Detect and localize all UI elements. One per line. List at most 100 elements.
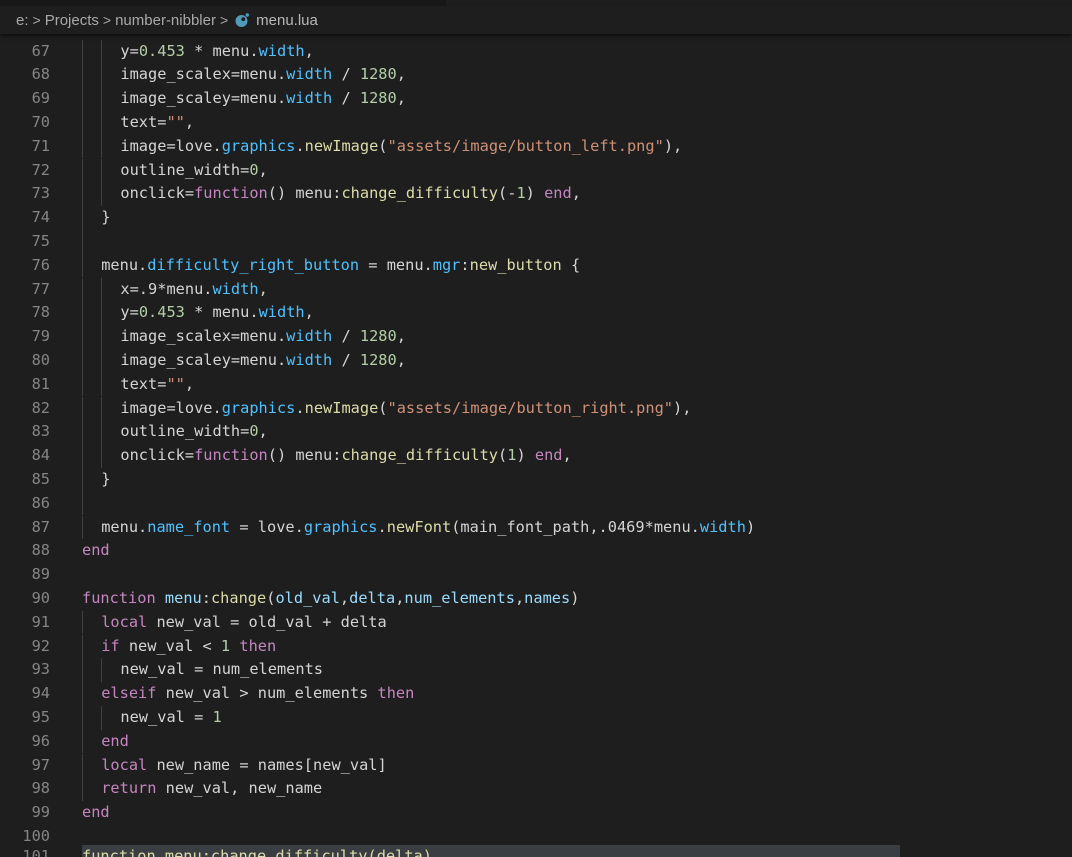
code-token: menu [164,588,202,607]
indent-guide [82,467,83,492]
code-line[interactable]: 97 local new_name = names[new_val] [0,753,1072,778]
code-line[interactable]: 73 onclick=function() menu:change_difficu… [0,182,1072,207]
code-token: *menu. [644,517,700,536]
code-line[interactable]: 80 image_scaley=menu.width / 1280, [0,348,1072,373]
code-token: * menu. [184,303,259,322]
code-token: "" [166,112,185,131]
code-token: 1 [516,184,526,203]
indent-guide [82,229,83,254]
code-token: text= [120,112,167,131]
line-number: 77 [31,279,50,298]
chevron-right-icon: > [102,12,112,28]
code-token: graphics [303,517,378,536]
code-line[interactable]: 90 function menu:change(old_val,delta,num… [0,587,1072,611]
line-text: if new_val < 1 then [101,635,276,659]
breadcrumb-drive[interactable]: e: [16,12,29,29]
code-line[interactable]: 81 text="", [0,372,1072,397]
code-token: 0.453 [138,303,185,322]
code-line[interactable]: 76 menu.difficulty_right_button = menu.mg… [0,253,1072,278]
line-text: return new_val, new_name [101,777,322,801]
code-token: width [286,350,333,369]
code-line[interactable]: 95 new_val = 1 [0,705,1072,730]
code-line[interactable]: 68 image_scalex=menu.width / 1280, [0,63,1072,88]
code-line-partial-bottom[interactable]: 101 function menu:change_difficulty(delta… [0,845,1072,857]
code-token: ) [516,446,535,465]
indent-guide [82,515,83,540]
code-editor[interactable]: 66x=.09*menu.width,67y=0.453 * menu.widt… [0,0,1072,857]
line-number: 67 [31,41,50,60]
code-token: function [194,446,268,465]
indent-guide [82,325,83,349]
code-line[interactable]: 82 image=love.graphics.newImage("assets/i… [0,396,1072,421]
line-text: outline_width=0, [120,420,267,444]
code-line[interactable]: 87 menu.name_font = love.graphics.newFont… [0,515,1072,540]
code-line[interactable]: 75 [0,229,1072,254]
code-line[interactable]: 74} [0,206,1072,230]
code-line[interactable]: 72 outline_width=0, [0,158,1072,183]
code-token: , [304,303,314,322]
code-line[interactable]: 86 [0,491,1072,516]
indent-guide [82,777,83,802]
code-line[interactable]: 89 [0,563,1072,587]
line-number: 70 [31,112,50,131]
line-number: 82 [31,398,50,417]
code-token: width [258,303,305,322]
line-number: 79 [31,327,50,346]
line-text: image=love.graphics.newImage("assets/ima… [120,397,691,421]
code-line[interactable]: 94 elseif new_val > num_elements then [0,682,1072,706]
code-line[interactable]: 92 if new_val < 1 then [0,634,1072,659]
code-line[interactable]: 88 end [0,539,1072,563]
code-token: menu. [101,517,148,536]
code-token: (main_font_path,. [451,517,608,536]
code-token: , [184,374,195,393]
code-line[interactable]: 70 text="", [0,110,1072,135]
code-line[interactable]: 69 image_scaley=menu.width / 1280, [0,87,1072,111]
breadcrumb-file[interactable]: menu.lua [256,12,318,29]
code-token: local [101,612,148,631]
breadcrumb-folder-number-nibbler[interactable]: number-nibbler [115,12,216,29]
indent-guide [82,420,83,445]
code-line[interactable]: 77 x=.9*menu.width, [0,277,1072,302]
code-token: : [460,255,470,274]
code-line[interactable]: 98 return new_val, new_name [0,777,1072,802]
code-line[interactable]: 71 image=love.graphics.newImage("assets/i… [0,134,1072,159]
code-line[interactable]: 79 image_scalex=menu.width / 1280, [0,325,1072,349]
indent-guide [101,134,103,159]
indent-guide [82,682,83,706]
indent-guide [101,705,103,730]
code-token: menu. [101,255,148,274]
indent-guide [82,87,83,111]
code-token: , [258,279,268,298]
code-line[interactable]: 96 end [0,729,1072,754]
code-token: function [82,588,156,607]
code-token: ), [663,136,683,155]
line-number: 91 [31,612,50,631]
code-token: , [184,112,195,131]
code-token: outline_width= [120,160,250,179]
code-line[interactable]: 91 local new_val = old_val + delta [0,610,1072,635]
line-text: local new_val = old_val + delta [101,611,387,635]
code-line[interactable]: 78 y=0.453 * menu.width, [0,301,1072,326]
code-token: names [524,588,571,607]
code-token: change_difficulty [341,446,499,465]
indent-guide [82,658,83,683]
indent-guide [82,634,83,659]
code-token: function [194,184,268,203]
code-line[interactable]: 84 onclick=function() menu:change_difficu… [0,444,1072,468]
code-token: "assets/image/button_right.png" [387,398,674,417]
code-token: new_button [469,255,562,274]
line-text: end [82,801,110,825]
code-line[interactable]: 99 end [0,801,1072,825]
code-token: 0 [249,160,259,179]
code-token: ( [378,136,388,155]
code-line[interactable]: 83 outline_width=0, [0,420,1072,445]
code-token: width [286,89,333,108]
code-token: onclick= [120,446,195,465]
breadcrumb-folder-projects[interactable]: Projects [45,12,99,29]
code-token: newImage [304,398,379,417]
code-line[interactable]: 85} [0,467,1072,492]
code-line[interactable]: 93 new_val = num_elements [0,658,1072,683]
code-line[interactable]: 67 y=0.453 * menu.width, [0,39,1072,64]
line-number: 69 [31,89,50,108]
code-token: onclick= [120,184,195,203]
